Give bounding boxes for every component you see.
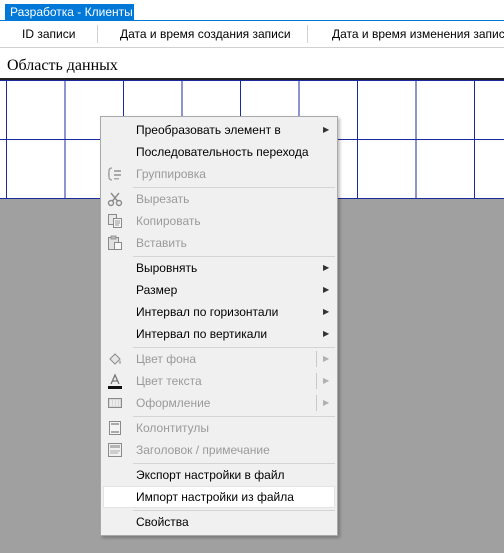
submenu-arrow-icon: ▶ — [323, 354, 330, 363]
submenu-arrow-icon: ▶ — [323, 376, 330, 385]
column-header-created[interactable]: Дата и время создания записи — [120, 21, 310, 47]
menu-item-grouping[interactable]: Группировка — [103, 163, 335, 185]
menu-item-background-color[interactable]: Цвет фона ▶ — [103, 348, 335, 370]
column-divider[interactable] — [307, 25, 308, 43]
paste-icon — [107, 235, 123, 251]
split-divider — [316, 351, 317, 367]
column-header-row: ID записи Дата и время создания записи Д… — [0, 21, 504, 48]
submenu-arrow-icon: ▶ — [323, 398, 330, 407]
menu-item-headers-footers[interactable]: Колонтитулы — [103, 417, 335, 439]
split-divider — [316, 373, 317, 389]
grouping-icon — [107, 166, 123, 182]
column-divider[interactable] — [97, 25, 98, 43]
submenu-arrow-icon: ▶ — [323, 125, 330, 134]
submenu-arrow-icon: ▶ — [323, 285, 330, 294]
menu-item-title-note[interactable]: Заголовок / примечание — [103, 439, 335, 461]
context-menu: Преобразовать элемент в ▶ Последовательн… — [100, 116, 338, 536]
menu-item-paste[interactable]: Вставить — [103, 232, 335, 254]
submenu-arrow-icon: ▶ — [323, 263, 330, 272]
text-color-icon — [107, 373, 123, 389]
border-style-icon — [107, 395, 123, 411]
column-header-id[interactable]: ID записи — [22, 21, 92, 47]
menu-item-cut[interactable]: Вырезать — [103, 188, 335, 210]
menu-item-convert[interactable]: Преобразовать элемент в ▶ — [103, 119, 335, 141]
fill-color-icon — [107, 351, 123, 367]
menu-item-size[interactable]: Размер ▶ — [103, 279, 335, 301]
window-title: Разработка - Клиенты — [10, 5, 133, 19]
submenu-arrow-icon: ▶ — [323, 307, 330, 316]
submenu-arrow-icon: ▶ — [323, 329, 330, 338]
split-divider — [316, 395, 317, 411]
menu-item-align[interactable]: Выровнять ▶ — [103, 257, 335, 279]
header-footer-icon — [107, 420, 123, 436]
copy-icon — [107, 213, 123, 229]
column-header-modified[interactable]: Дата и время изменения записи — [332, 21, 504, 47]
data-area-label: Область данных — [0, 48, 504, 80]
menu-item-export-settings[interactable]: Экспорт настройки в файл — [103, 464, 335, 486]
window-title-tab[interactable]: Разработка - Клиенты — [5, 4, 134, 21]
menu-item-tab-order[interactable]: Последовательность перехода — [103, 141, 335, 163]
menu-item-horizontal-spacing[interactable]: Интервал по горизонтали ▶ — [103, 301, 335, 323]
title-note-icon — [107, 442, 123, 458]
menu-item-import-settings[interactable]: Импорт настройки из файла — [103, 486, 335, 508]
menu-item-copy[interactable]: Копировать — [103, 210, 335, 232]
menu-item-properties[interactable]: Свойства — [103, 511, 335, 533]
menu-item-appearance[interactable]: Оформление ▶ — [103, 392, 335, 414]
menu-item-vertical-spacing[interactable]: Интервал по вертикали ▶ — [103, 323, 335, 345]
scissors-icon — [107, 191, 123, 207]
menu-item-text-color[interactable]: Цвет текста ▶ — [103, 370, 335, 392]
